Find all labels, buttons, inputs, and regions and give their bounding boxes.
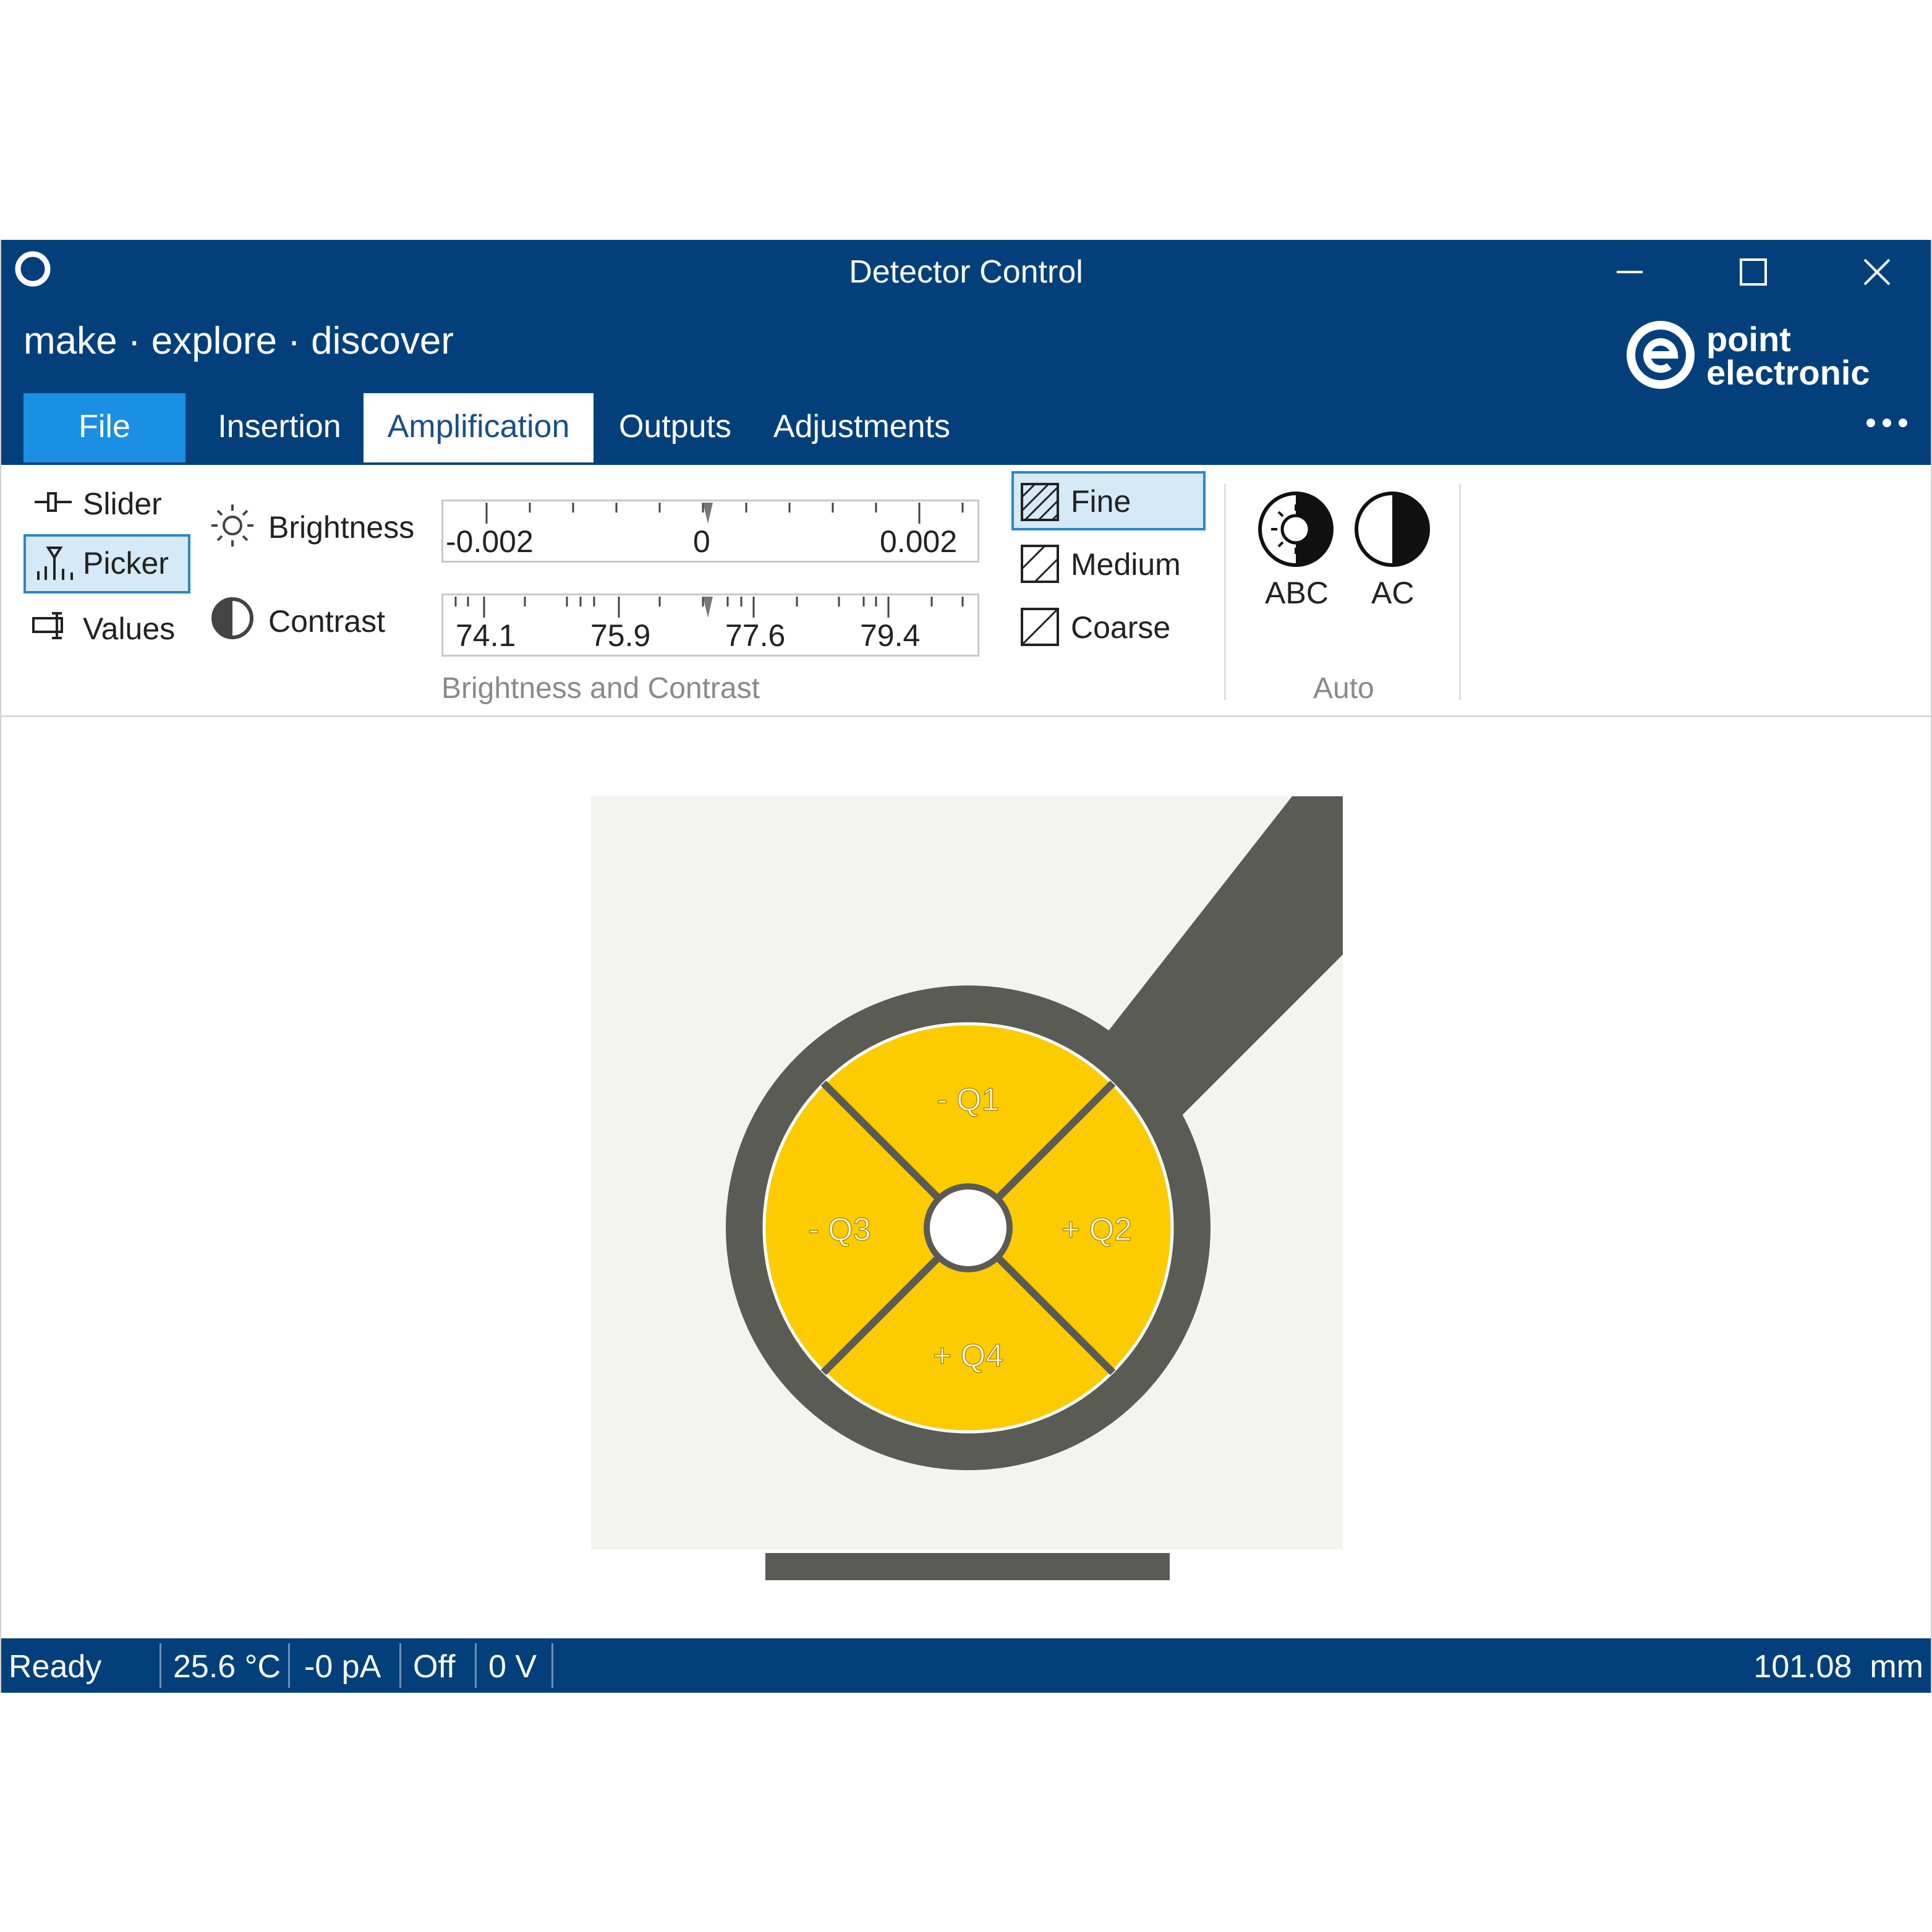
step-medium-label: Medium [1071,547,1181,582]
fine-step-icon [1021,483,1059,521]
status-state: Ready [9,1649,102,1685]
auto-abc-label: ABC [1265,576,1329,610]
status-separator [475,1643,477,1688]
status-voltage: 0 V [488,1649,537,1685]
point-electronic-logo: point electronic [1627,320,1870,392]
detector-diagram: - Q1 + Q2 - Q3 + Q4 [591,796,1343,1580]
status-separator [551,1643,553,1688]
contrast-icon [211,597,253,639]
detector-view: - Q1 + Q2 - Q3 + Q4 [1,717,1931,1638]
coarse-step-icon [1021,608,1059,646]
brightness-tick-min: -0.002 [446,524,534,559]
step-medium[interactable]: Medium [1011,534,1206,594]
ribbon: Slider Picker Values Brightness -0.002 0… [1,465,1931,717]
view-mode-values-label: Values [83,611,176,646]
brightness-tick-zero: 0 [693,524,710,559]
title-bar: Detector Control [1,240,1931,312]
status-separator [399,1643,401,1688]
quadrant-q4[interactable]: + Q4 [932,1337,1004,1374]
tab-outputs[interactable]: Outputs [607,393,743,462]
brightness-scale [485,503,964,524]
minimize-button[interactable] [1599,247,1661,297]
status-distance: 101.08 mm [1753,1649,1923,1685]
center-aperture [930,1189,1006,1266]
contrast-tick-3: 77.6 [725,618,786,653]
contrast-scale [454,597,964,618]
step-coarse[interactable]: Coarse [1011,597,1206,657]
tagline: make · explore · discover [23,320,454,362]
auto-ac-button[interactable]: AC [1349,490,1436,619]
brightness-contrast-group-label: Brightness and Contrast [441,672,760,705]
auto-abc-button[interactable]: ABC [1253,490,1339,619]
sun-icon [211,504,253,547]
more-options-icon[interactable] [1862,411,1912,435]
auto-brightness-contrast-icon [1258,492,1334,567]
step-coarse-label: Coarse [1071,610,1171,645]
close-button[interactable] [1846,247,1908,297]
brand-line2: electronic [1706,353,1870,392]
slider-icon [35,492,72,512]
view-mode-slider-label: Slider [83,487,162,521]
step-fine[interactable]: Fine [1011,471,1206,530]
contrast-picker[interactable]: 74.1 75.9 77.6 79.4 [441,594,979,657]
ribbon-separator-2 [1459,483,1461,700]
status-separator [288,1643,290,1688]
quadrant-q1[interactable]: - Q1 [937,1081,1000,1118]
view-mode-values[interactable]: Values [23,598,184,654]
contrast-tick-4: 79.4 [860,618,921,653]
brightness-tick-max: 0.002 [880,524,958,559]
quadrant-q3[interactable]: - Q3 [808,1211,872,1248]
auto-group-label: Auto [1313,672,1374,705]
view-mode-picker-label: Picker [83,546,169,581]
auto-ac-label: AC [1371,576,1415,610]
contrast-label: Contrast [268,604,385,639]
maximize-icon [1740,258,1767,286]
brightness-label: Brightness [268,510,415,545]
contrast-tick-1: 74.1 [456,618,516,653]
tab-amplification[interactable]: Amplification [364,393,594,462]
status-separator [160,1643,161,1688]
values-icon [32,612,63,639]
detector-control-window: Detector Control make · explore · discov… [0,240,1932,1693]
quadrant-q2[interactable]: + Q2 [1061,1211,1133,1248]
view-mode-picker[interactable]: Picker [23,534,190,594]
close-icon [1863,258,1891,286]
picker-icon [37,547,73,580]
medium-step-icon [1021,545,1059,583]
contrast-tick-2: 75.9 [590,618,651,653]
brightness-picker[interactable]: -0.002 0 0.002 [441,500,979,563]
tab-insertion[interactable]: Insertion [205,393,354,462]
auto-contrast-icon [1355,492,1430,567]
step-fine-label: Fine [1071,484,1131,519]
tab-adjustments[interactable]: Adjustments [765,393,958,462]
brightness-marker [703,503,713,524]
status-current: -0 pA [304,1649,381,1685]
detector-base-bar [765,1553,1170,1580]
status-bar: Ready 25.6 °C -0 pA Off 0 V 101.08 mm [1,1638,1931,1693]
maximize-button[interactable] [1722,247,1784,297]
view-mode-slider[interactable]: Slider [23,475,184,530]
status-power: Off [413,1649,456,1685]
status-temperature: 25.6 °C [173,1649,281,1685]
minimize-icon [1617,271,1643,273]
ribbon-separator [1224,483,1226,700]
tab-file[interactable]: File [23,393,185,462]
contrast-marker [703,597,713,618]
